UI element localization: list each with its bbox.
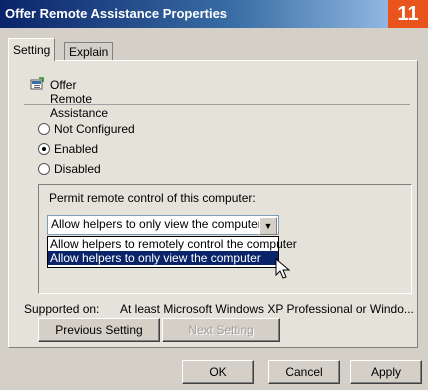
dropdown-option[interactable]: Allow helpers to remotely control the co… (48, 237, 297, 251)
dropdown-arrow-icon[interactable]: ▼ (259, 217, 277, 235)
title-bar: Offer Remote Assistance Properties 11 (0, 0, 428, 28)
previous-setting-button[interactable]: Previous Setting (38, 318, 160, 342)
radio-label: Enabled (54, 142, 99, 156)
radio-dot-selected[interactable] (38, 143, 50, 155)
dropdown-list: Allow helpers to remotely control the co… (47, 236, 297, 268)
page-number-badge: 11 (388, 0, 428, 28)
tab-explain[interactable]: Explain (64, 42, 114, 61)
radio-label: Not Configured (54, 122, 135, 136)
window-title: Offer Remote Assistance Properties (5, 6, 228, 21)
radio-dot[interactable] (38, 123, 50, 135)
mouse-pointer-icon (275, 258, 291, 279)
policy-name: Offer Remote Assistance (50, 78, 109, 120)
dropdown-option-highlighted[interactable]: Allow helpers to only view the computer (48, 251, 278, 265)
ok-button[interactable]: OK (182, 360, 254, 384)
remote-control-select[interactable]: Allow helpers to only view the computer … (47, 215, 279, 235)
separator (24, 104, 410, 105)
radio-dot[interactable] (38, 163, 50, 175)
radio-label: Disabled (54, 162, 101, 176)
tab-setting[interactable]: Setting (8, 38, 56, 61)
cancel-button[interactable]: Cancel (268, 360, 340, 384)
supported-label: Supported on: (24, 302, 100, 316)
supported-value: At least Microsoft Windows XP Profession… (120, 302, 414, 316)
next-setting-button[interactable]: Next Setting (162, 318, 280, 342)
group-label: Permit remote control of this computer: (49, 191, 256, 205)
policy-icon (30, 77, 44, 90)
apply-button[interactable]: Apply (350, 360, 422, 384)
select-value: Allow helpers to only view the computer (51, 217, 262, 231)
